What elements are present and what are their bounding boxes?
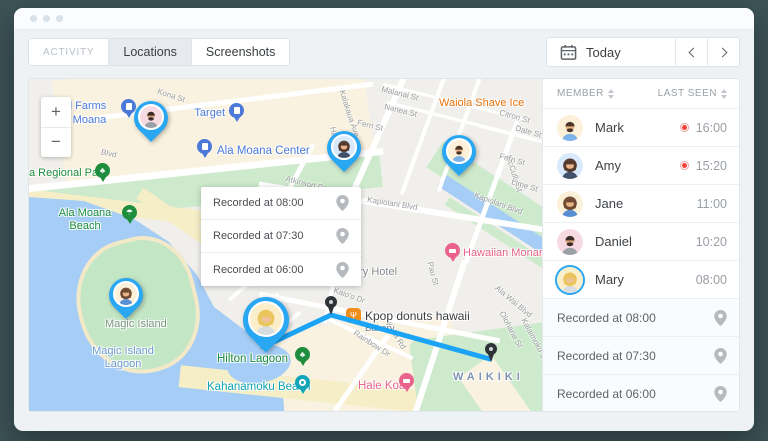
last-seen-time: 15:20 xyxy=(696,159,727,173)
member-row-jane[interactable]: Jane 11:00 xyxy=(543,185,740,223)
popup-recorded-label: Recorded at 07:30 xyxy=(213,230,304,242)
sort-by-member[interactable]: MEMBER xyxy=(557,88,614,99)
avatar xyxy=(138,104,164,130)
member-column-label: MEMBER xyxy=(557,88,604,99)
recorded-row[interactable]: Recorded at 07:30 xyxy=(543,337,740,375)
member-pin-mark[interactable] xyxy=(440,133,478,179)
app-window: ACTIVITY Locations Screenshots Today xyxy=(14,8,754,431)
map-canvas[interactable]: Kona St Malanai St Nanea St Fern St Kala… xyxy=(29,79,542,411)
member-row-mary[interactable]: Mary 08:00 xyxy=(543,261,740,299)
date-label: Today xyxy=(586,45,621,60)
recorded-label: Recorded at 06:00 xyxy=(557,387,656,401)
popup-recorded-row[interactable]: Recorded at 07:30 xyxy=(201,220,361,253)
last-seen-time: 10:20 xyxy=(696,235,727,249)
toolbar: ACTIVITY Locations Screenshots Today xyxy=(28,38,740,66)
avatar xyxy=(248,301,284,337)
location-pin-icon xyxy=(336,228,349,244)
member-pin-mary[interactable] xyxy=(239,295,293,353)
sort-icon xyxy=(721,89,727,99)
avatar xyxy=(557,115,583,141)
member-pin-daniel[interactable] xyxy=(132,99,170,145)
location-pin-icon xyxy=(714,348,727,364)
date-picker: Today xyxy=(546,37,740,67)
chevron-right-icon xyxy=(717,47,727,57)
member-pin-amy[interactable] xyxy=(325,129,363,175)
window-dot-icon[interactable] xyxy=(56,15,63,22)
window-dot-icon[interactable] xyxy=(43,15,50,22)
waypoint-pin-icon[interactable] xyxy=(484,343,498,365)
calendar-icon xyxy=(560,44,577,61)
sort-by-last-seen[interactable]: LAST SEEN xyxy=(658,88,727,99)
avatar xyxy=(113,281,139,307)
popup-recorded-label: Recorded at 06:00 xyxy=(213,264,304,276)
map-zoom-control: + − xyxy=(41,97,71,157)
avatar xyxy=(557,267,583,293)
last-seen-time: 08:00 xyxy=(696,273,727,287)
live-indicator-icon xyxy=(680,123,689,132)
member-name: Daniel xyxy=(595,234,684,249)
recorded-row[interactable]: Recorded at 06:00 xyxy=(543,375,740,412)
recorded-label: Recorded at 07:30 xyxy=(557,349,656,363)
recorded-popup: Recorded at 08:00 Recorded at 07:30 Reco… xyxy=(201,187,361,286)
last-seen-column-label: LAST SEEN xyxy=(658,88,717,99)
members-sidebar: MEMBER LAST SEEN Mark 16:00 Amy 15:20 xyxy=(542,79,740,411)
member-row-daniel[interactable]: Daniel 10:20 xyxy=(543,223,740,261)
member-name: Mary xyxy=(595,272,684,287)
date-picker-button[interactable]: Today xyxy=(547,38,675,66)
sidebar-header: MEMBER LAST SEEN xyxy=(543,79,740,109)
chevron-left-icon xyxy=(688,47,698,57)
location-pin-icon xyxy=(336,195,349,211)
popup-recorded-row[interactable]: Recorded at 08:00 xyxy=(201,187,361,220)
location-pin-icon xyxy=(714,310,727,326)
last-seen-time: 11:00 xyxy=(697,197,727,211)
avatar xyxy=(446,138,472,164)
avatar xyxy=(557,153,583,179)
popup-recorded-label: Recorded at 08:00 xyxy=(213,197,304,209)
member-row-mark[interactable]: Mark 16:00 xyxy=(543,109,740,147)
zoom-in-button[interactable]: + xyxy=(41,97,71,128)
member-name: Amy xyxy=(595,158,668,173)
zoom-out-button[interactable]: − xyxy=(41,128,71,158)
member-name: Jane xyxy=(595,196,685,211)
popup-recorded-row[interactable]: Recorded at 06:00 xyxy=(201,253,361,286)
content-area: Kona St Malanai St Nanea St Fern St Kala… xyxy=(28,78,740,412)
member-name: Mark xyxy=(595,120,668,135)
member-pin-jane[interactable] xyxy=(107,276,145,322)
avatar xyxy=(557,229,583,255)
recorded-label: Recorded at 08:00 xyxy=(557,311,656,325)
location-pin-icon xyxy=(336,262,349,278)
tab-group: ACTIVITY Locations Screenshots xyxy=(28,38,290,66)
tab-locations[interactable]: Locations xyxy=(109,39,192,65)
prev-day-button[interactable] xyxy=(675,38,707,66)
recorded-row[interactable]: Recorded at 08:00 xyxy=(543,299,740,337)
sort-icon xyxy=(608,89,614,99)
window-titlebar[interactable] xyxy=(14,8,754,30)
last-seen-time: 16:00 xyxy=(696,121,727,135)
location-pin-icon xyxy=(714,386,727,402)
tab-screenshots[interactable]: Screenshots xyxy=(192,39,289,65)
avatar xyxy=(331,134,357,160)
tab-activity[interactable]: ACTIVITY xyxy=(29,39,109,65)
live-indicator-icon xyxy=(680,161,689,170)
next-day-button[interactable] xyxy=(707,38,739,66)
window-dot-icon[interactable] xyxy=(30,15,37,22)
member-row-amy[interactable]: Amy 15:20 xyxy=(543,147,740,185)
waypoint-pin-icon[interactable] xyxy=(324,296,338,318)
avatar xyxy=(557,191,583,217)
